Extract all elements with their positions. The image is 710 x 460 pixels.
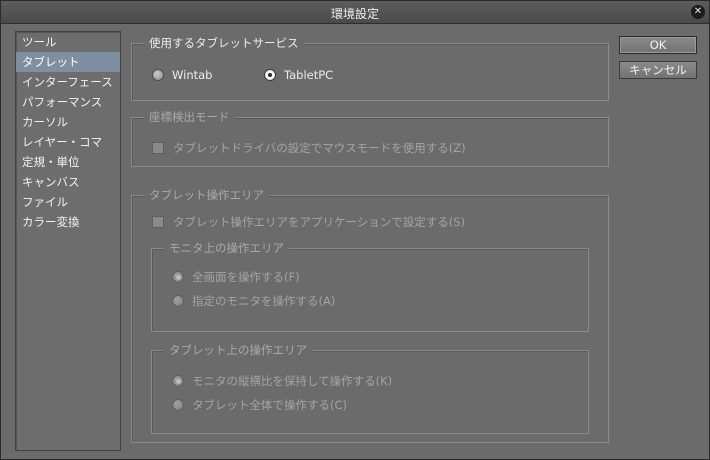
radio-button-icon[interactable] bbox=[152, 69, 164, 81]
radio-specific-monitor-label: 指定のモニタを操作する(A) bbox=[192, 294, 336, 308]
app-area-checkbox[interactable]: タブレット操作エリアをアプリケーションで設定する(S) bbox=[152, 214, 465, 230]
checkbox-icon[interactable] bbox=[152, 216, 164, 228]
radio-whole-tablet[interactable]: タブレット全体で操作する(C) bbox=[172, 397, 347, 413]
category-item-performance[interactable]: パフォーマンス bbox=[16, 92, 120, 112]
tablet-area-group: タブレット操作エリア タブレット操作エリアをアプリケーションで設定する(S) モ… bbox=[131, 188, 609, 443]
radio-keep-aspect-label: モニタの縦横比を保持して操作する(K) bbox=[192, 374, 393, 388]
tablet-area-legend: タブレット操作エリア bbox=[144, 188, 269, 202]
radio-whole-tablet-label: タブレット全体で操作する(C) bbox=[192, 398, 348, 412]
radio-wintab[interactable]: Wintab bbox=[152, 68, 212, 82]
category-item-color-conversion[interactable]: カラー変換 bbox=[16, 212, 120, 232]
category-item-canvas[interactable]: キャンバス bbox=[16, 172, 120, 192]
title-bar[interactable]: 環境設定 ✕ bbox=[1, 1, 709, 24]
monitor-area-legend: モニタ上の操作エリア bbox=[164, 241, 289, 255]
radio-tabletpc[interactable]: TabletPC bbox=[264, 68, 333, 82]
radio-tabletpc-label: TabletPC bbox=[284, 68, 334, 82]
radio-wintab-label: Wintab bbox=[172, 68, 213, 82]
radio-button-selected-icon[interactable] bbox=[264, 69, 276, 81]
category-list: ツール タブレット インターフェース パフォーマンス カーソル レイヤー・コマ … bbox=[15, 31, 121, 451]
radio-full-screen[interactable]: 全画面を操作する(F) bbox=[172, 269, 300, 285]
category-item-layer-frame[interactable]: レイヤー・コマ bbox=[16, 132, 120, 152]
preferences-dialog: 環境設定 ✕ ツール タブレット インターフェース パフォーマンス カーソル レ… bbox=[0, 0, 710, 460]
ok-button[interactable]: OK bbox=[619, 36, 697, 54]
radio-button-icon[interactable] bbox=[172, 295, 184, 307]
tablet-service-group: 使用するタブレットサービス Wintab TabletPC bbox=[131, 36, 609, 101]
category-item-tool[interactable]: ツール bbox=[16, 32, 120, 52]
coord-mode-legend: 座標検出モード bbox=[144, 110, 235, 124]
close-icon[interactable]: ✕ bbox=[691, 5, 705, 19]
radio-specific-monitor[interactable]: 指定のモニタを操作する(A) bbox=[172, 293, 335, 309]
tablet-service-legend: 使用するタブレットサービス bbox=[144, 36, 304, 50]
dialog-title: 環境設定 bbox=[330, 7, 379, 21]
tablet-surface-group: タブレット上の操作エリア モニタの縦横比を保持して操作する(K) タブレット全体… bbox=[151, 343, 589, 434]
tablet-surface-legend: タブレット上の操作エリア bbox=[164, 343, 312, 357]
category-item-cursor[interactable]: カーソル bbox=[16, 112, 120, 132]
coord-mode-group: 座標検出モード タブレットドライバの設定でマウスモードを使用する(Z) bbox=[131, 110, 609, 167]
settings-panel: 使用するタブレットサービス Wintab TabletPC 座標検出モード タブ… bbox=[127, 31, 617, 451]
category-item-file[interactable]: ファイル bbox=[16, 192, 120, 212]
checkbox-icon[interactable] bbox=[152, 142, 164, 154]
radio-keep-aspect[interactable]: モニタの縦横比を保持して操作する(K) bbox=[172, 373, 392, 389]
monitor-area-group: モニタ上の操作エリア 全画面を操作する(F) 指定のモニタを操作する(A) bbox=[151, 241, 589, 332]
radio-button-selected-icon[interactable] bbox=[172, 271, 184, 283]
mouse-mode-checkbox[interactable]: タブレットドライバの設定でマウスモードを使用する(Z) bbox=[152, 140, 466, 156]
category-item-interface[interactable]: インターフェース bbox=[16, 72, 120, 92]
radio-button-selected-icon[interactable] bbox=[172, 375, 184, 387]
radio-full-screen-label: 全画面を操作する(F) bbox=[192, 270, 300, 284]
app-area-checkbox-label: タブレット操作エリアをアプリケーションで設定する(S) bbox=[173, 215, 466, 229]
cancel-button[interactable]: キャンセル bbox=[619, 61, 697, 79]
mouse-mode-checkbox-label: タブレットドライバの設定でマウスモードを使用する(Z) bbox=[173, 141, 466, 155]
category-item-tablet[interactable]: タブレット bbox=[16, 52, 120, 72]
radio-button-icon[interactable] bbox=[172, 399, 184, 411]
category-item-ruler-unit[interactable]: 定規・単位 bbox=[16, 152, 120, 172]
